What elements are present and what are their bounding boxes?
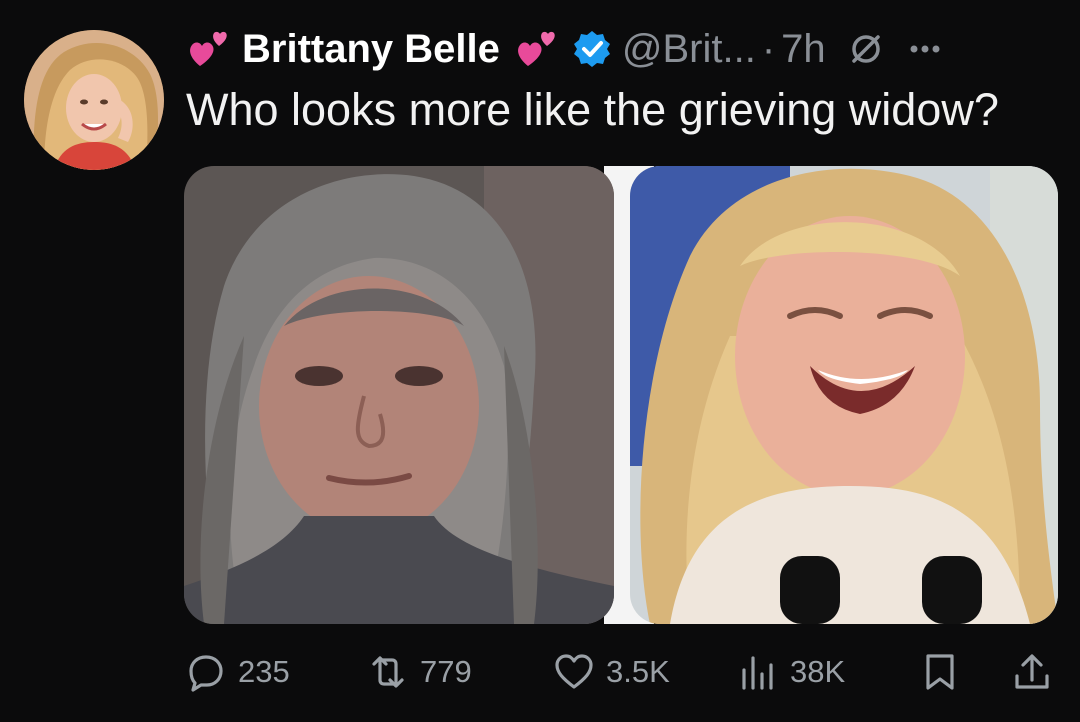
more-icon[interactable]: [908, 32, 942, 66]
share-button[interactable]: [1012, 640, 1052, 704]
author-handle[interactable]: @Brit...: [622, 27, 756, 72]
repost-icon: [372, 656, 404, 688]
bookmark-icon: [926, 654, 954, 690]
reply-count: 235: [238, 654, 290, 689]
tweet-text: Who looks more like the grieving widow?: [186, 84, 999, 135]
two-hearts-emoji-icon: [190, 31, 227, 66]
like-button[interactable]: 3.5K: [554, 640, 670, 704]
repost-button[interactable]: 779: [368, 640, 472, 704]
display-name[interactable]: Brittany Belle: [242, 27, 500, 72]
views-count: 38K: [790, 654, 846, 689]
verified-badge-icon: [573, 31, 610, 67]
woman-gray-hair-photo: [184, 166, 614, 624]
bookmark-button[interactable]: [920, 640, 960, 704]
media-image-right[interactable]: [630, 166, 1058, 624]
like-count: 3.5K: [606, 654, 670, 689]
views-icon: [742, 656, 773, 690]
author-avatar[interactable]: [24, 30, 164, 170]
mute-icon[interactable]: [848, 31, 884, 67]
reply-icon: [189, 655, 223, 692]
media-image-left[interactable]: [184, 166, 614, 624]
woman-blonde-laughing-photo: [630, 166, 1058, 624]
action-bar: 235 779 3.5K 38K: [0, 640, 1080, 704]
avatar-photo: [24, 30, 164, 170]
separator-dot: ·: [761, 26, 776, 71]
tweet-header: Brittany Belle @Brit... · 7h: [186, 18, 1060, 80]
share-icon: [1015, 654, 1049, 689]
two-hearts-emoji-icon: [517, 31, 555, 66]
views-button[interactable]: 38K: [738, 640, 845, 704]
tweet-media[interactable]: [184, 166, 1058, 624]
reply-button[interactable]: 235: [186, 640, 290, 704]
post-time[interactable]: 7h: [781, 27, 826, 72]
heart-icon: [555, 654, 593, 689]
repost-count: 779: [420, 654, 472, 689]
